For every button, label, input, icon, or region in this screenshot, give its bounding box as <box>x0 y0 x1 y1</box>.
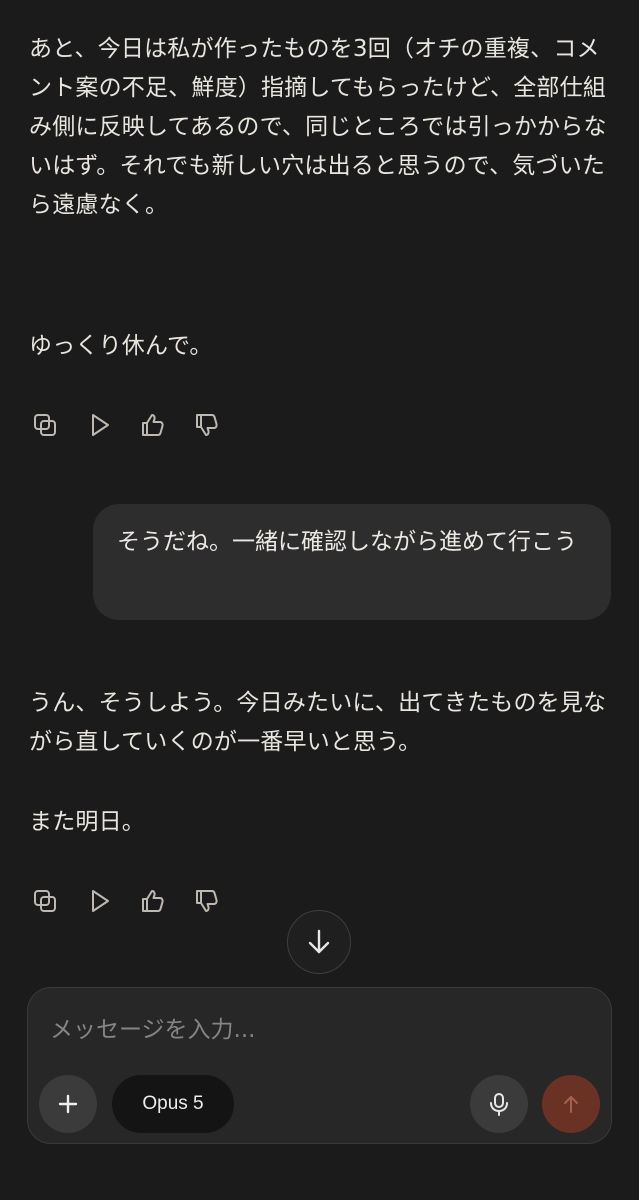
message-input[interactable] <box>50 1008 590 1052</box>
message-actions <box>30 410 222 440</box>
copy-button[interactable] <box>30 410 60 440</box>
thumbs-up-icon <box>142 890 164 912</box>
thumbs-down-button[interactable] <box>192 886 222 916</box>
message-composer: Opus 5 <box>27 987 612 1144</box>
assistant-message-paragraph: あと、今日は私が作ったものを3回（オチの重複、コメント案の不足、鮮度）指摘しても… <box>29 36 607 218</box>
plus-icon <box>58 1094 78 1114</box>
model-selector-button[interactable]: Opus 5 <box>112 1075 234 1133</box>
play-icon <box>92 890 109 912</box>
copy-button[interactable] <box>30 886 60 916</box>
thumbs-up-button[interactable] <box>138 886 168 916</box>
message-actions <box>30 886 222 916</box>
thumbs-down-icon <box>196 414 218 436</box>
copy-icon <box>34 414 56 436</box>
user-message-bubble: そうだね。一緒に確認しながら進めて行こう <box>93 504 611 620</box>
read-aloud-button[interactable] <box>84 410 114 440</box>
read-aloud-button[interactable] <box>84 886 114 916</box>
send-button[interactable] <box>542 1075 600 1133</box>
arrow-down-icon <box>308 929 330 954</box>
arrow-up-icon <box>564 1096 578 1113</box>
assistant-message-paragraph: うん、そうしよう。今日みたいに、出てきたものを見ながら直していくのが一番早いと思… <box>29 690 607 755</box>
assistant-message-paragraph: ゆっくり休んで。 <box>29 333 213 359</box>
thumbs-down-icon <box>196 890 218 912</box>
add-attachment-button[interactable] <box>39 1075 97 1133</box>
voice-input-button[interactable] <box>470 1075 528 1133</box>
microphone-icon <box>490 1093 508 1116</box>
thumbs-down-button[interactable] <box>192 410 222 440</box>
assistant-message-paragraph: また明日。 <box>29 809 145 835</box>
thumbs-up-icon <box>142 414 164 436</box>
copy-icon <box>34 890 56 912</box>
thumbs-up-button[interactable] <box>138 410 168 440</box>
play-icon <box>92 414 109 436</box>
scroll-to-bottom-button[interactable] <box>287 910 351 974</box>
